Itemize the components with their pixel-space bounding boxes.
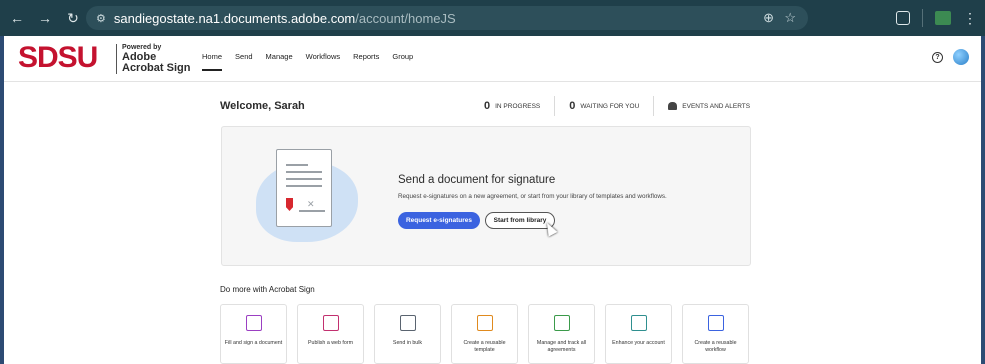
enhance-account-icon	[631, 315, 647, 331]
waiting-count: 0	[569, 100, 576, 112]
events-alerts-label: EVENTS AND ALERTS	[682, 102, 751, 110]
sign-here-x-icon: ✕	[307, 199, 315, 209]
web-form-icon	[323, 315, 339, 331]
card-title: Send a document for signature	[398, 174, 556, 186]
in-progress-label: IN PROGRESS	[495, 102, 541, 110]
waiting-label: WAITING FOR YOU	[580, 102, 640, 110]
nav-reports[interactable]: Reports	[353, 52, 379, 71]
send-bulk-icon	[400, 315, 416, 331]
avatar[interactable]	[953, 49, 969, 65]
in-progress-count: 0	[484, 100, 491, 112]
signature-flag-icon	[286, 198, 293, 211]
logo-divider	[116, 44, 117, 74]
card-subtitle: Request e-signatures on a new agreement,…	[398, 193, 667, 200]
nav-group[interactable]: Group	[392, 52, 413, 71]
sdsu-logo[interactable]: SDSU	[18, 41, 98, 75]
tile-label: Enhance your account	[612, 340, 665, 346]
tile-label: Publish a web form	[307, 340, 354, 346]
reload-icon[interactable]: ↻	[62, 7, 84, 29]
do-more-heading: Do more with Acrobat Sign	[220, 285, 315, 294]
tile-label: Fill and sign a document	[224, 340, 283, 346]
tile-web-form[interactable]: Publish a web form	[297, 304, 364, 364]
profile-extension-icon[interactable]	[935, 11, 951, 25]
doc-line	[286, 164, 308, 166]
back-icon[interactable]: ←	[6, 7, 28, 29]
signature-line	[299, 210, 325, 212]
product-name-line2: Acrobat Sign	[122, 62, 191, 74]
zoom-icon[interactable]: ⊕	[763, 10, 774, 26]
workflow-icon	[708, 315, 724, 331]
nav-workflows[interactable]: Workflows	[306, 52, 340, 71]
bell-icon	[668, 102, 678, 110]
nav-home[interactable]: Home	[202, 52, 223, 71]
send-document-card: ✕ Send a document for signature Request …	[221, 126, 751, 266]
nav-manage[interactable]: Manage	[266, 52, 293, 71]
extensions-icon[interactable]	[896, 11, 910, 25]
adobe-sign-branding: Powered by Adobe Acrobat Sign	[122, 43, 190, 74]
manage-track-icon	[554, 315, 570, 331]
url-host: sandiegostate.na1.documents.adobe.com	[113, 10, 356, 26]
menu-kebab-icon[interactable]: ⋮	[963, 10, 977, 27]
forward-icon[interactable]: →	[34, 7, 56, 29]
tile-enhance-account[interactable]: Enhance your account	[605, 304, 672, 364]
address-bar[interactable]: ⚙ sandiegostate.na1.documents.adobe.com /…	[86, 6, 808, 30]
welcome-heading: Welcome, Sarah	[220, 100, 305, 112]
help-icon[interactable]: ?	[932, 52, 943, 63]
document-illustration-icon: ✕	[276, 149, 332, 227]
main-nav: Home Send Manage Workflows Reports Group	[202, 52, 413, 71]
tile-label: Create a reusable template	[463, 340, 506, 353]
waiting-stat[interactable]: 0 WAITING FOR YOU	[555, 100, 653, 112]
nav-send[interactable]: Send	[235, 52, 253, 71]
status-summary: 0 IN PROGRESS 0 WAITING FOR YOU EVENTS A…	[470, 96, 764, 116]
template-icon	[477, 315, 493, 331]
request-esignatures-button[interactable]: Request e-signatures	[398, 212, 480, 229]
url-path: /account/homeJS	[355, 10, 456, 26]
tile-label: Manage and track all agreements	[536, 340, 587, 353]
doc-line	[286, 178, 322, 180]
tile-label: Create a reusable workflow	[694, 340, 737, 353]
doc-line	[286, 171, 322, 173]
doc-line	[286, 185, 322, 187]
toolbar-divider	[922, 9, 923, 27]
tile-template[interactable]: Create a reusable template	[451, 304, 518, 364]
app-header: SDSU Powered by Adobe Acrobat Sign Home …	[4, 36, 981, 82]
site-settings-icon[interactable]: ⚙	[96, 12, 106, 25]
events-alerts-stat[interactable]: EVENTS AND ALERTS	[654, 102, 764, 110]
tile-label: Send in bulk	[392, 340, 423, 346]
in-progress-stat[interactable]: 0 IN PROGRESS	[470, 100, 554, 112]
do-more-tiles: Fill and sign a document Publish a web f…	[220, 304, 749, 364]
bookmark-star-icon[interactable]: ☆	[784, 10, 796, 26]
browser-toolbar: ← → ↻ ⚙ sandiegostate.na1.documents.adob…	[0, 0, 985, 36]
fill-sign-icon	[246, 315, 262, 331]
tile-send-bulk[interactable]: Send in bulk	[374, 304, 441, 364]
tile-fill-sign[interactable]: Fill and sign a document	[220, 304, 287, 364]
tile-workflow[interactable]: Create a reusable workflow	[682, 304, 749, 364]
tile-manage-track[interactable]: Manage and track all agreements	[528, 304, 595, 364]
